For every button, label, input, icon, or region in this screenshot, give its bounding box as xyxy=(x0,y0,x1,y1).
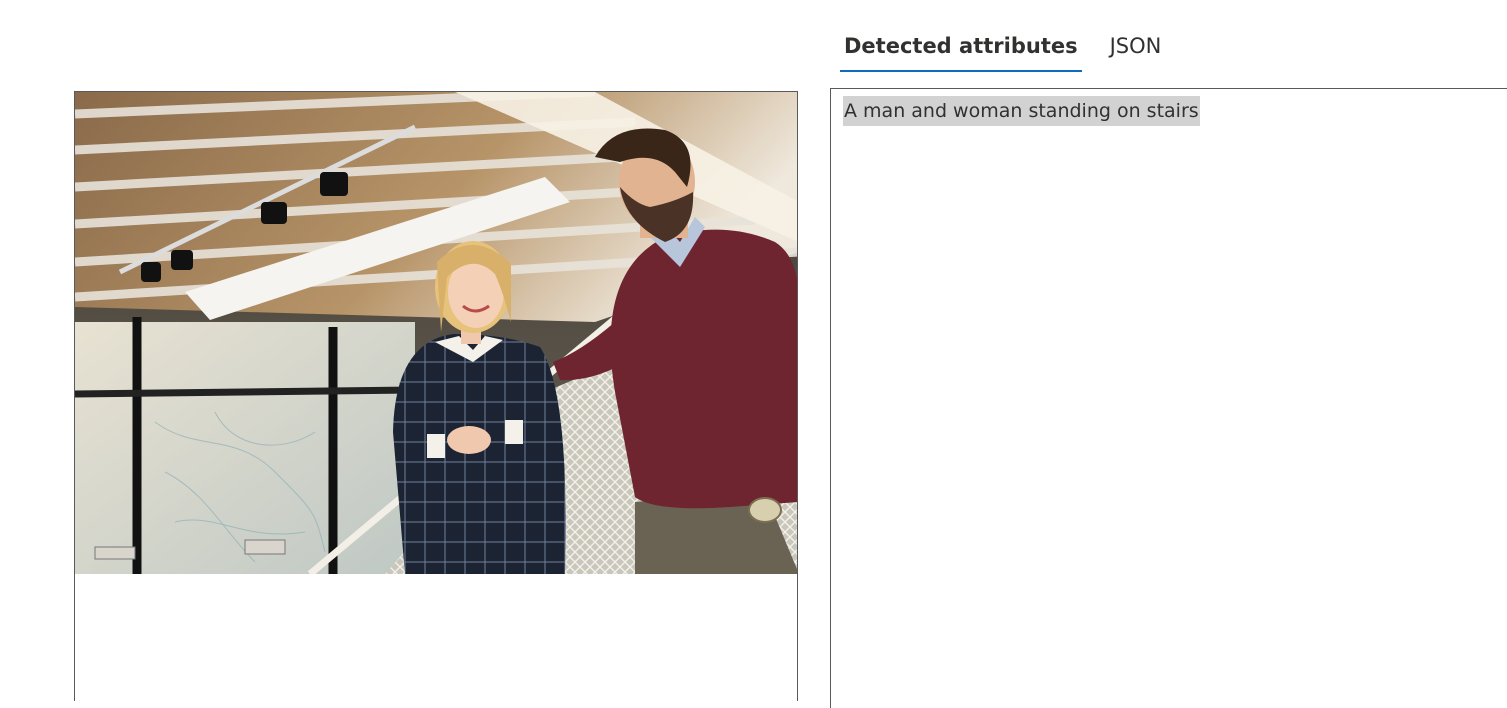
image-caption[interactable]: A man and woman standing on stairs xyxy=(843,96,1200,126)
tab-json[interactable]: JSON xyxy=(1106,28,1166,72)
image-preview-panel xyxy=(74,91,798,701)
tab-detected-attributes[interactable]: Detected attributes xyxy=(840,28,1082,72)
result-tabs: Detected attributes JSON xyxy=(840,28,1189,74)
result-panel: A man and woman standing on stairs xyxy=(830,88,1507,708)
analyzed-photo xyxy=(75,92,797,574)
